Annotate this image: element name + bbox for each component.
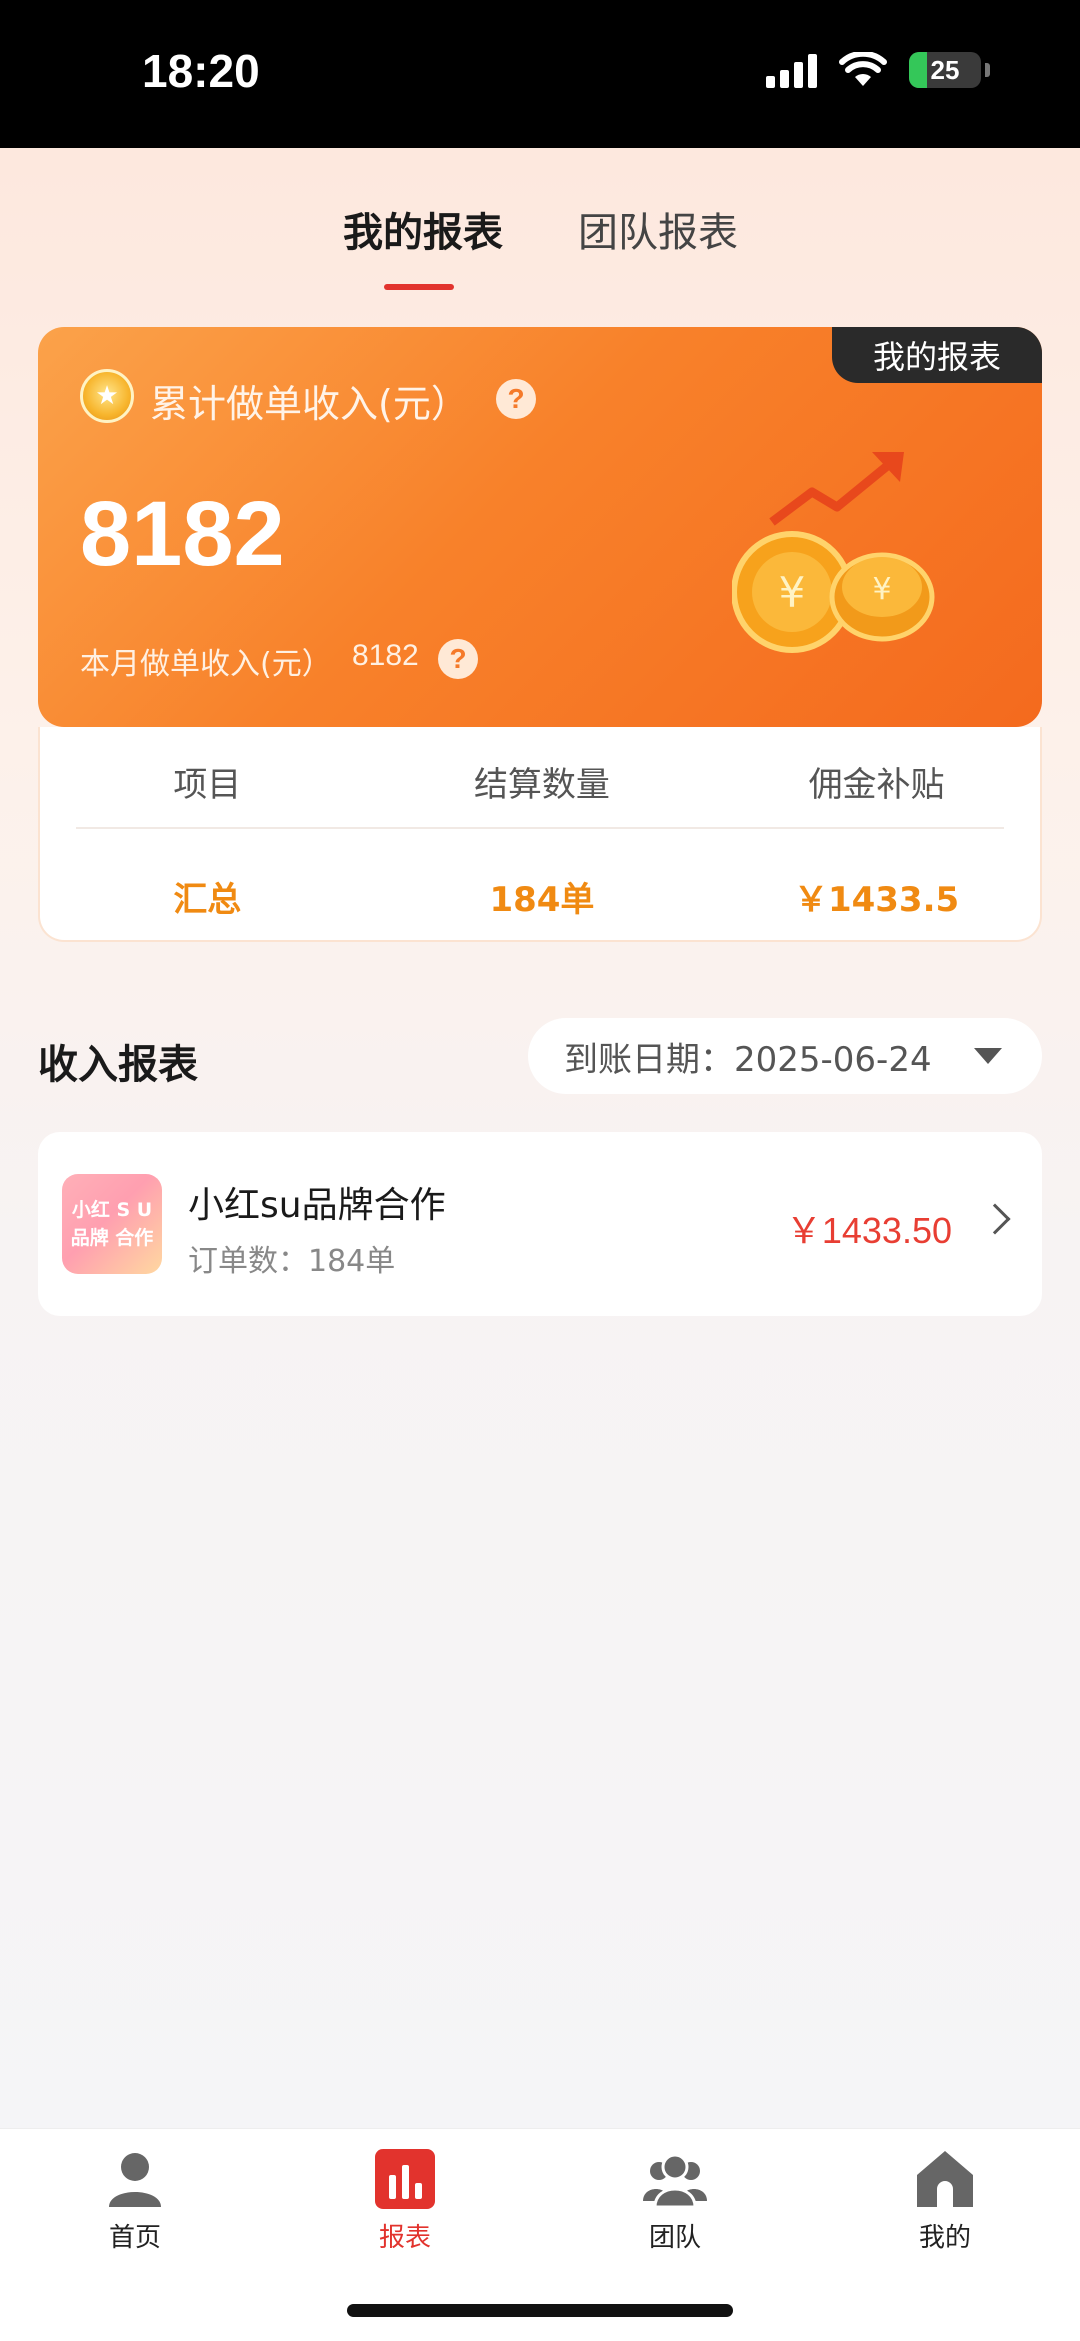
list-item[interactable]: 小红 S U 品牌 合作 小红su品牌合作 订单数：184单 ￥1433.50 [38,1132,1042,1316]
brand-amount: ￥1433.50 [785,1210,952,1251]
help-icon[interactable]: ? [496,379,536,419]
income-card: 我的报表 ★ 累计做单收入(元） ? 8182 本月做单收入(元） 8182 ?… [38,327,1042,727]
date-selector-label: 到账日期：2025-06-24 [564,1039,932,1080]
income-report-title: 收入报表 [38,1042,198,1088]
summary-total-row: 汇总 184单 ￥1433.5 [40,872,1044,921]
month-help-icon[interactable]: ? [438,639,478,679]
month-income-value: 8182 [352,639,419,672]
status-icons: 25 [766,52,990,88]
nav-label-report: 报表 [378,2223,431,2253]
active-tab-indicator [384,284,454,290]
star-coin-icon: ★ [80,369,134,423]
summary-header-row: 项目 结算数量 佣金补贴 [40,757,1044,806]
report-chart-icon [375,2149,435,2209]
wifi-icon [839,52,887,86]
total-count: 184单 [489,880,595,920]
month-income-label: 本月做单收入(元） [80,647,332,682]
brand-order-count: 订单数：184单 [188,1244,396,1279]
brand-name: 小红su品牌合作 [188,1185,446,1226]
home-indicator[interactable] [347,2304,733,2317]
summary-table: 项目 结算数量 佣金补贴 汇总 184单 ￥1433.5 [38,727,1042,942]
coins-growth-icon: ¥ ¥ [732,452,935,653]
nav-item-home[interactable]: 首页 [55,2147,215,2254]
house-icon [917,2151,973,2207]
svg-text:¥: ¥ [872,572,891,607]
date-selector[interactable]: 到账日期：2025-06-24 [528,1018,1042,1094]
brand-logo: 小红 S U 品牌 合作 [62,1174,162,1274]
status-time: 18:20 [142,45,260,97]
total-commission: ￥1433.5 [793,880,960,920]
nav-label-team: 团队 [648,2223,701,2253]
total-income-value: 8182 [80,483,285,585]
total-label: 汇总 [173,880,242,920]
status-bar: 18:20 25 [0,0,1080,148]
nav-label-mine: 我的 [918,2223,971,2253]
team-icon [643,2153,707,2209]
summary-divider [76,827,1004,829]
nav-item-mine[interactable]: 我的 [865,2147,1025,2254]
nav-label-home: 首页 [108,2223,161,2253]
caret-down-icon [974,1048,1002,1064]
brand-logo-line2: 品牌 合作 [70,1227,154,1249]
header-item: 项目 [173,765,242,805]
nav-item-team[interactable]: 团队 [595,2147,755,2254]
tab-team-report[interactable]: 团队报表 [578,200,738,258]
my-report-tag: 我的报表 [832,327,1042,383]
report-tabs: 我的报表 团队报表 [0,200,1080,290]
tab-my-report[interactable]: 我的报表 [343,200,503,258]
brand-logo-line1: 小红 S U [71,1199,153,1221]
battery-tip [985,63,990,77]
header-commission: 佣金补贴 [808,765,945,805]
cellular-signal-icon [766,52,817,88]
total-income-label: 累计做单收入(元） [150,382,469,426]
battery-icon: 25 [909,52,981,88]
header-settled-count: 结算数量 [473,765,610,805]
chevron-right-icon [979,1203,1011,1235]
battery-level: 25 [930,54,960,85]
person-icon [109,2153,161,2207]
svg-text:¥: ¥ [779,568,806,617]
nav-item-report[interactable]: 报表 [325,2147,485,2254]
